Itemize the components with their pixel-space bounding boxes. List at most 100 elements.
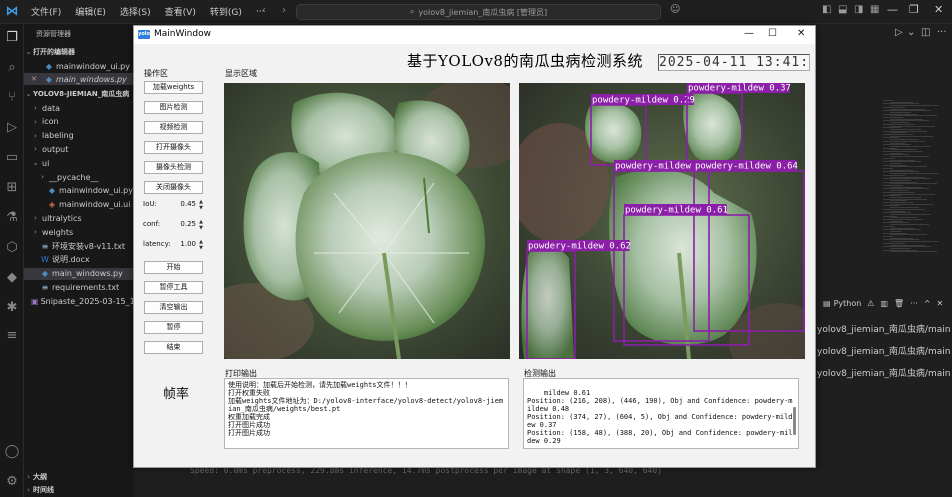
menu-selection[interactable]: 选择(S) xyxy=(113,5,158,18)
print-output-textbox[interactable]: 使用说明：加载后开始检测，请先加载weights文件！！！ 打开权重失败 加载w… xyxy=(224,378,509,449)
start-button[interactable]: 开始 xyxy=(144,261,203,274)
testing-icon[interactable]: ⚗ xyxy=(0,210,24,225)
folder-item[interactable]: › weights xyxy=(24,226,134,238)
menu-file[interactable]: 文件(F) xyxy=(24,5,68,18)
timeline-header[interactable]: › 时间线 xyxy=(24,484,134,496)
explorer-icon[interactable]: ❐ xyxy=(0,30,24,45)
minimap-icon[interactable]: ≡ xyxy=(0,328,24,343)
folder-item[interactable]: › icon xyxy=(24,116,134,128)
remote-explorer-icon[interactable]: ▭ xyxy=(0,150,24,165)
open-editor-item[interactable]: ◆ mainwindow_ui.py xyxy=(24,60,134,72)
file-item[interactable]: ≡ requirements.txt xyxy=(24,281,134,293)
run-file-icon[interactable]: ▷ xyxy=(895,27,903,38)
folder-item[interactable]: › data xyxy=(24,102,134,114)
latency-value[interactable]: 1.00 xyxy=(180,240,196,248)
source-control-icon[interactable]: ⑂ xyxy=(0,90,24,105)
minimap-line xyxy=(890,251,937,253)
pause-button[interactable]: 暂停 xyxy=(144,321,203,334)
back-arrow-icon[interactable]: ‹ xyxy=(262,5,266,16)
camera-detect-button[interactable]: 摄像头检测 xyxy=(144,161,203,174)
window-minimize-icon[interactable]: — xyxy=(744,28,754,39)
open-editor-item[interactable]: ✕ ◆ main_windows.py xyxy=(24,73,134,85)
menu-edit[interactable]: 编辑(E) xyxy=(68,5,113,18)
split-terminal-icon[interactable]: ▥ xyxy=(880,299,888,308)
copilot-chat-icon[interactable]: ✱ xyxy=(0,300,24,315)
maximize-panel-icon[interactable]: ^ xyxy=(924,299,931,308)
run-debug-icon[interactable]: ▷ xyxy=(0,120,24,135)
vscode-minimize-icon[interactable]: — xyxy=(887,3,898,16)
pause-tool-button[interactable]: 暂停工具 xyxy=(144,281,203,294)
folder-item[interactable]: › output xyxy=(24,143,134,155)
spin-arrows-icon[interactable]: ▲ ▼ xyxy=(197,239,205,251)
file-item[interactable]: ◈ mainwindow_ui.ui xyxy=(24,199,134,211)
iou-spinbox[interactable]: IoU: 0.45 ▲ ▼ xyxy=(143,199,205,211)
project-root-header[interactable]: ⌄ YOLOV8-JIEMIAN_南瓜虫病 xyxy=(24,88,134,100)
menu-view[interactable]: 查看(V) xyxy=(158,5,203,18)
vscode-close-icon[interactable]: ✕ xyxy=(934,3,943,16)
open-camera-button[interactable]: 打开摄像头 xyxy=(144,141,203,154)
vscode-restore-icon[interactable]: ❐ xyxy=(909,3,919,16)
close-icon[interactable]: ✕ xyxy=(24,75,44,83)
command-center-text: yolov8_jiemian_南瓜虫病 [管理员] xyxy=(418,7,548,17)
terminal-tab-label[interactable]: Python xyxy=(834,299,862,308)
file-item[interactable]: ▣Snipaste_2025-03-15_16... xyxy=(24,295,134,307)
command-center-search[interactable]: ⌕ yolov8_jiemian_南瓜虫病 [管理员] xyxy=(296,4,661,20)
vscode-logo-icon: ⋈ xyxy=(5,4,19,19)
file-item[interactable]: W 说明.docx xyxy=(24,254,134,266)
file-item[interactable]: ◆ mainwindow_ui.py xyxy=(24,185,134,197)
spin-arrows-icon[interactable]: ▲ ▼ xyxy=(197,219,205,231)
folder-item[interactable]: › labeling xyxy=(24,130,134,142)
split-editor-icon[interactable]: ◫ xyxy=(921,27,930,38)
settings-gear-icon[interactable]: ⚙ xyxy=(0,474,24,489)
ui-file-icon: ◈ xyxy=(48,200,56,210)
docker-icon[interactable]: ◆ xyxy=(0,270,24,285)
layout-sidebar-icon[interactable]: ◧ xyxy=(822,4,831,15)
tree-item-label: Snipaste_2025-03-15_16... xyxy=(40,296,134,306)
image-detect-button[interactable]: 图片检测 xyxy=(144,101,203,114)
layout-secondary-icon[interactable]: ◨ xyxy=(854,4,863,15)
chevron-down-icon[interactable]: ⌄ xyxy=(907,27,915,38)
detect-output-scrollbar[interactable] xyxy=(793,407,796,435)
conf-spinbox[interactable]: conf: 0.25 ▲ ▼ xyxy=(143,219,205,231)
forward-arrow-icon[interactable]: › xyxy=(282,5,286,16)
open-editors-header[interactable]: ⌄ 打开的编辑器 xyxy=(24,46,134,58)
clear-output-button[interactable]: 清空输出 xyxy=(144,301,203,314)
latency-spinbox[interactable]: latency: 1.00 ▲ ▼ xyxy=(143,239,205,251)
chevron-right-icon: › xyxy=(27,473,30,481)
account-icon[interactable]: ◯ xyxy=(0,444,24,459)
load-weights-button[interactable]: 加载weights xyxy=(144,81,203,94)
outline-header[interactable]: › 大纲 xyxy=(24,471,134,483)
more-actions-icon[interactable]: ··· xyxy=(937,27,947,38)
tree-item-label: output xyxy=(42,144,69,154)
copilot-icon[interactable]: ☺ xyxy=(670,4,680,15)
close-camera-button[interactable]: 关闭摄像头 xyxy=(144,181,203,194)
extensions-icon[interactable]: ⊞ xyxy=(0,180,24,195)
close-panel-icon[interactable]: ✕ xyxy=(937,299,944,308)
file-item[interactable]: ≡ 环境安装v8-v11.txt xyxy=(24,240,134,252)
detect-output-text: mildew 0.61 Position: (216, 208), (446, … xyxy=(527,389,793,445)
menu-goto[interactable]: 转到(G) xyxy=(203,5,249,18)
spin-arrows-icon[interactable]: ▲ ▼ xyxy=(197,199,205,211)
window-maximize-icon[interactable]: ☐ xyxy=(768,28,777,39)
layout-customize-icon[interactable]: ▦ xyxy=(870,4,879,15)
layout-panel-icon[interactable]: ⬓ xyxy=(838,4,847,15)
tree-item-label: icon xyxy=(42,117,59,127)
fps-label: 帧率 xyxy=(163,387,190,402)
end-button[interactable]: 结束 xyxy=(144,341,203,354)
original-image xyxy=(224,83,510,359)
folder-item[interactable]: › ultralytics xyxy=(24,212,134,224)
file-item[interactable]: ◆ main_windows.py xyxy=(24,267,134,280)
iou-value[interactable]: 0.45 xyxy=(180,200,196,208)
folder-item[interactable]: › __pycache__ xyxy=(24,171,134,183)
search-view-icon[interactable]: ⌕ xyxy=(0,60,24,75)
more-actions-icon[interactable]: ··· xyxy=(910,299,918,308)
menu-more[interactable]: ··· xyxy=(249,7,272,17)
video-detect-button[interactable]: 视频检测 xyxy=(144,121,203,134)
detect-output-textbox[interactable]: mildew 0.61 Position: (216, 208), (446, … xyxy=(523,378,799,449)
window-close-icon[interactable]: ✕ xyxy=(797,28,805,39)
terminal-tab-icon: ▤ xyxy=(823,298,831,308)
trash-icon[interactable]: 🗑 xyxy=(894,299,904,308)
python-env-icon[interactable]: ⬡ xyxy=(0,240,24,255)
conf-value[interactable]: 0.25 xyxy=(180,220,196,228)
folder-item[interactable]: ⌄ ui xyxy=(24,157,134,169)
